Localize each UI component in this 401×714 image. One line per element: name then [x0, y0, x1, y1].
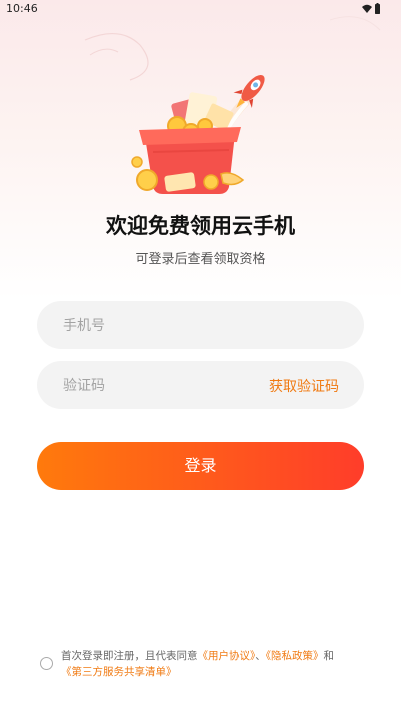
verification-code-field[interactable]: 获取验证码 [37, 361, 364, 411]
phone-input[interactable] [61, 301, 265, 351]
agreement-checkbox[interactable] [40, 657, 53, 670]
wifi-icon [362, 4, 372, 13]
privacy-policy-link[interactable]: 《隐私政策》 [266, 650, 324, 662]
phone-field[interactable] [37, 301, 364, 351]
page-title: 欢迎免费领用云手机 [106, 214, 295, 238]
status-icons [362, 3, 380, 14]
page-subtitle: 可登录后查看领取资格 [135, 252, 266, 267]
get-code-button[interactable]: 获取验证码 [269, 376, 339, 396]
agreement-prefix: 首次登录即注册，且代表同意 [61, 650, 198, 662]
login-button[interactable]: 登录 [37, 442, 364, 490]
verification-code-input[interactable] [61, 361, 265, 411]
battery-icon [375, 3, 380, 14]
third-party-list-link[interactable]: 《第三方服务共享清单》 [61, 666, 177, 678]
status-time: 10:46 [6, 2, 38, 15]
agreement-separator: 、 [255, 650, 266, 662]
gift-box-rocket-illustration [131, 74, 265, 194]
agreement-conjunction: 和 [323, 650, 335, 662]
agreement-text: 首次登录即注册，且代表同意《用户协议》、《隐私政策》和《第三方服务共享清单》 [61, 648, 351, 680]
user-agreement-link[interactable]: 《用户协议》 [198, 650, 256, 662]
status-bar: 10:46 [0, 0, 401, 18]
